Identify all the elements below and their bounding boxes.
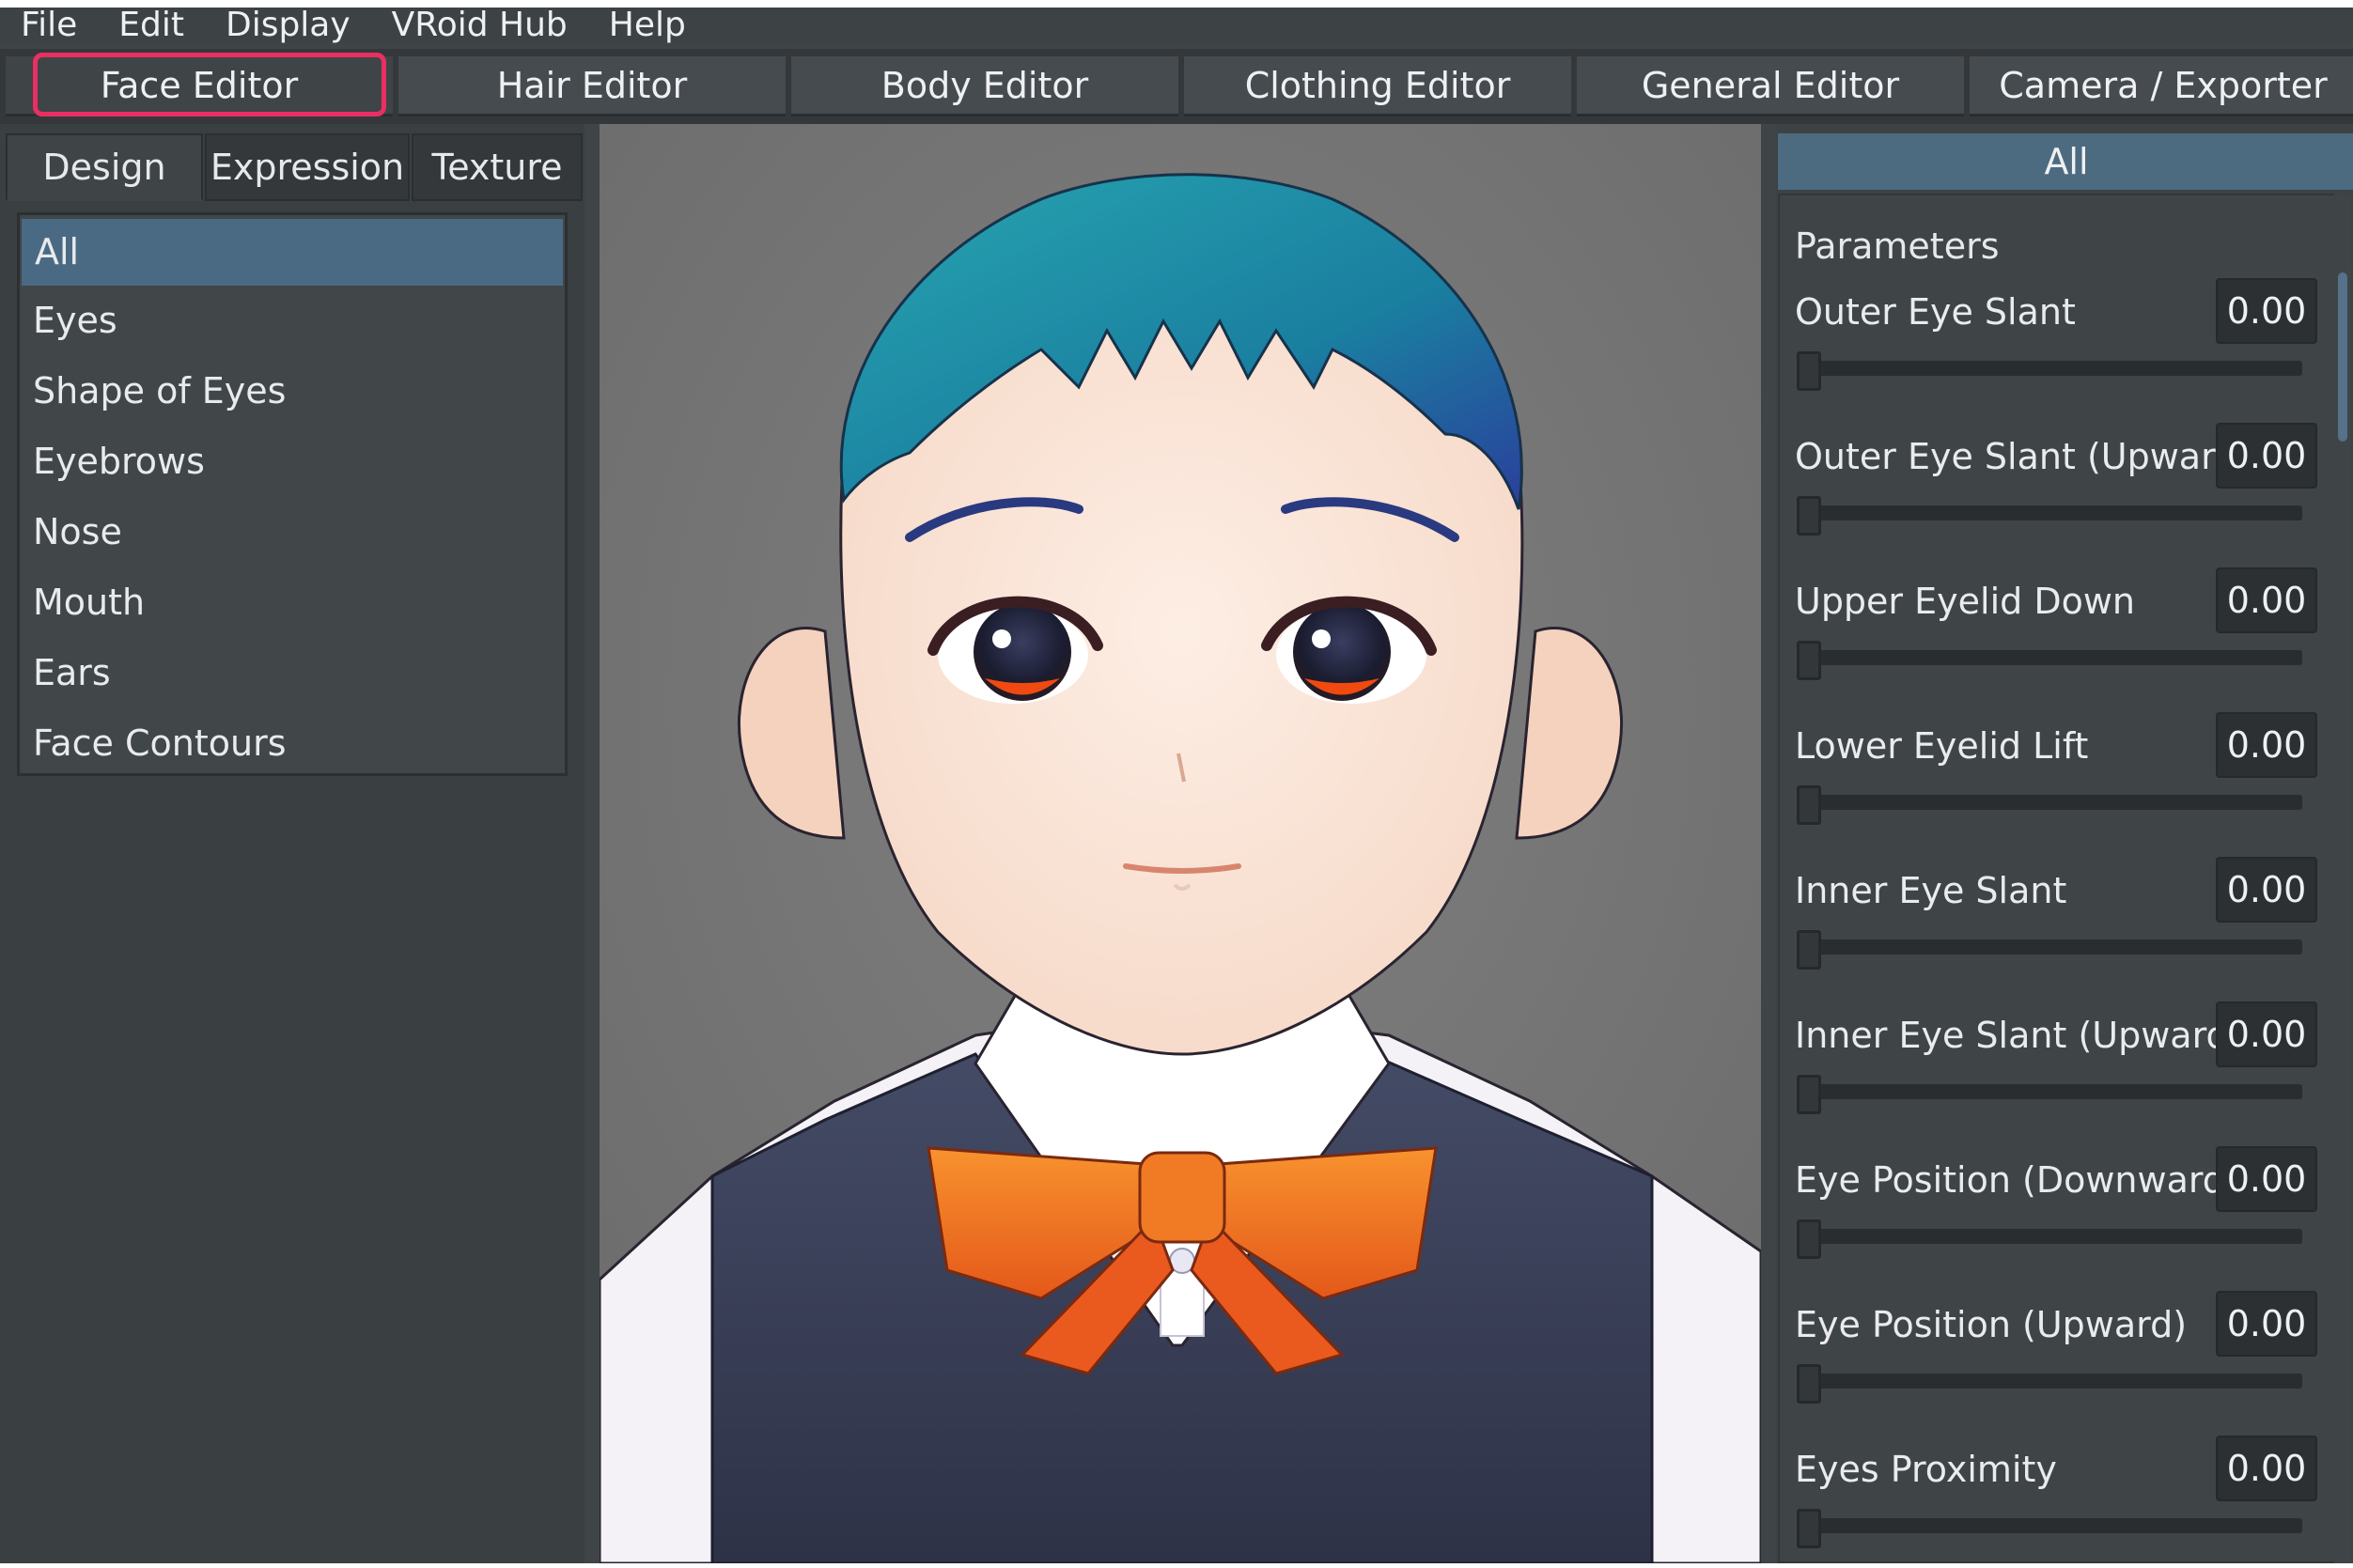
param-value-field[interactable]: 0.00 <box>2216 1436 2317 1501</box>
slider-thumb[interactable] <box>1797 1219 1821 1259</box>
menu-display[interactable]: Display <box>226 8 351 43</box>
param-slider[interactable] <box>1797 795 2302 810</box>
slider-thumb[interactable] <box>1797 1509 1821 1548</box>
param-value-field[interactable]: 0.00 <box>2216 1001 2317 1067</box>
param-label: Outer Eye Slant (Upward) <box>1795 436 2252 477</box>
param-inner-eye-slant-upward: Inner Eye Slant (Upward) 0.00 <box>1795 1001 2321 1142</box>
editor-tab-bar: Face Editor Hair Editor Body Editor Clot… <box>0 49 2353 124</box>
param-label: Eye Position (Upward) <box>1795 1304 2188 1345</box>
category-shape-of-eyes[interactable]: Shape of Eyes <box>20 356 565 427</box>
param-label: Outer Eye Slant <box>1795 291 2076 333</box>
parameters-panel: All Parameters Outer Eye Slant 0.00 Oute… <box>1776 124 2353 1563</box>
tab-clothing-editor[interactable]: Clothing Editor <box>1184 56 1571 116</box>
param-value-field[interactable]: 0.00 <box>2216 1146 2317 1212</box>
category-eyes[interactable]: Eyes <box>20 286 565 356</box>
param-slider[interactable] <box>1797 1374 2302 1389</box>
tab-design[interactable]: Design <box>6 133 203 201</box>
param-slider[interactable] <box>1797 505 2302 520</box>
param-label: Upper Eyelid Down <box>1795 581 2136 622</box>
tab-expression[interactable]: Expression <box>205 133 410 201</box>
param-value-field[interactable]: 0.00 <box>2216 278 2317 344</box>
menu-help[interactable]: Help <box>609 8 686 43</box>
tab-camera-exporter[interactable]: Camera / Exporter <box>1970 56 2353 116</box>
param-outer-eye-slant: Outer Eye Slant 0.00 <box>1795 278 2321 419</box>
parameters-list[interactable]: Parameters Outer Eye Slant 0.00 Outer Ey… <box>1778 194 2336 1563</box>
param-label: Inner Eye Slant <box>1795 870 2067 911</box>
tab-hair-editor[interactable]: Hair Editor <box>398 56 786 116</box>
menu-bar: File Edit Display VRoid Hub Help <box>0 8 2353 43</box>
section-title: Parameters <box>1795 225 2000 267</box>
vroid-studio-window: File Edit Display VRoid Hub Help Face Ed… <box>0 8 2353 1563</box>
param-label: Lower Eyelid Lift <box>1795 725 2089 767</box>
3d-viewport[interactable] <box>600 124 1761 1563</box>
param-slider[interactable] <box>1797 650 2302 665</box>
param-upper-eyelid-down: Upper Eyelid Down 0.00 <box>1795 567 2321 708</box>
param-value-field[interactable]: 0.00 <box>2216 423 2317 489</box>
slider-thumb[interactable] <box>1797 785 1821 825</box>
category-ears[interactable]: Ears <box>20 638 565 708</box>
panel-header: All <box>1778 133 2353 190</box>
param-lower-eyelid-lift: Lower Eyelid Lift 0.00 <box>1795 712 2321 853</box>
slider-thumb[interactable] <box>1797 930 1821 970</box>
param-eye-position-upward: Eye Position (Upward) 0.00 <box>1795 1291 2321 1432</box>
scrollbar-thumb[interactable] <box>2338 272 2347 442</box>
tab-body-editor[interactable]: Body Editor <box>791 56 1178 116</box>
param-outer-eye-slant-upward: Outer Eye Slant (Upward) 0.00 <box>1795 423 2321 564</box>
param-eyes-proximity: Eyes Proximity 0.00 <box>1795 1436 2321 1561</box>
param-value-field[interactable]: 0.00 <box>2216 1291 2317 1357</box>
slider-thumb[interactable] <box>1797 351 1821 391</box>
slider-thumb[interactable] <box>1797 1364 1821 1404</box>
param-value-field[interactable]: 0.00 <box>2216 567 2317 633</box>
category-list: All Eyes Shape of Eyes Eyebrows Nose Mou… <box>17 212 568 776</box>
param-slider[interactable] <box>1797 1084 2302 1099</box>
param-label: Eye Position (Downward) <box>1795 1159 2239 1201</box>
menu-vroid-hub[interactable]: VRoid Hub <box>392 8 568 43</box>
param-label: Eyes Proximity <box>1795 1449 2057 1490</box>
param-value-field[interactable]: 0.00 <box>2216 857 2317 923</box>
slider-thumb[interactable] <box>1797 496 1821 536</box>
param-eye-position-downward: Eye Position (Downward) 0.00 <box>1795 1146 2321 1287</box>
tab-face-editor[interactable]: Face Editor <box>6 56 393 116</box>
tab-texture[interactable]: Texture <box>412 133 583 201</box>
param-slider[interactable] <box>1797 939 2302 955</box>
param-value-field[interactable]: 0.00 <box>2216 712 2317 778</box>
param-slider[interactable] <box>1797 361 2302 376</box>
category-face-contours[interactable]: Face Contours <box>20 708 565 779</box>
slider-thumb[interactable] <box>1797 641 1821 680</box>
param-label: Inner Eye Slant (Upward) <box>1795 1015 2243 1056</box>
param-slider[interactable] <box>1797 1518 2302 1533</box>
avatar-preview <box>600 124 1761 1563</box>
category-nose[interactable]: Nose <box>20 497 565 567</box>
param-inner-eye-slant: Inner Eye Slant 0.00 <box>1795 857 2321 998</box>
category-mouth[interactable]: Mouth <box>20 567 565 638</box>
slider-thumb[interactable] <box>1797 1075 1821 1114</box>
param-slider[interactable] <box>1797 1229 2302 1244</box>
category-all[interactable]: All <box>22 219 563 286</box>
category-panel: Design Expression Texture All Eyes Shape… <box>0 124 584 1563</box>
sub-tab-bar: Design Expression Texture <box>6 133 583 201</box>
category-eyebrows[interactable]: Eyebrows <box>20 427 565 497</box>
menu-file[interactable]: File <box>21 8 77 43</box>
menu-edit[interactable]: Edit <box>118 8 184 43</box>
parameters-scrollbar[interactable] <box>2334 194 2351 1563</box>
tab-general-editor[interactable]: General Editor <box>1577 56 1964 116</box>
